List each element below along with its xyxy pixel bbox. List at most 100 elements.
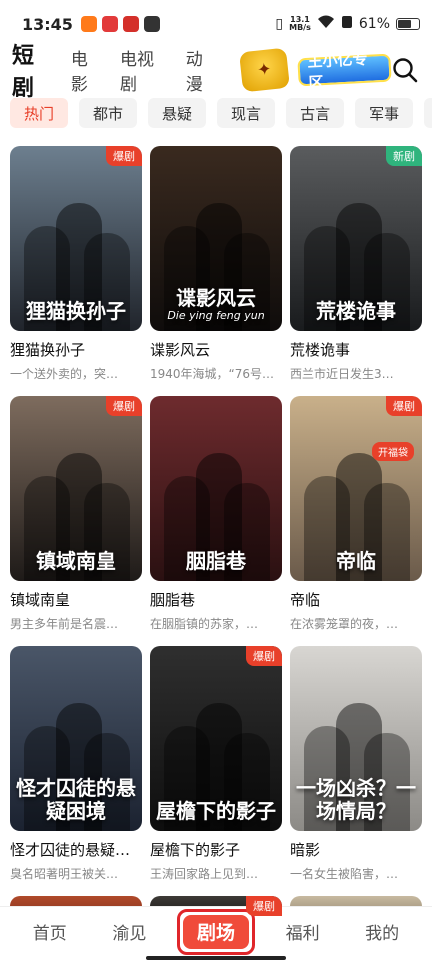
drama-card[interactable]: 爆剧屋檐下的影子 屋檐下的影子王涛回家路上见到… xyxy=(150,646,282,882)
drama-description: 一名女生被陷害，… xyxy=(290,867,399,881)
drama-title[interactable]: 镇域南皇 xyxy=(10,589,142,610)
poster-title-art: 镇域南皇 xyxy=(10,542,142,581)
drama-title[interactable]: 谍影风云 xyxy=(150,339,282,360)
drama-card[interactable]: 新剧 荒楼诡事 荒楼诡事 西兰市近日发生3… xyxy=(290,146,422,382)
drama-description: 一个送外卖的，突… xyxy=(10,367,119,381)
tab-tv-series[interactable]: 电视剧 xyxy=(120,45,170,95)
tab-yujian[interactable]: 渝见 xyxy=(97,919,161,944)
status-bar: 13:45 ▯ 13.1 MB/s 61% xyxy=(0,0,432,48)
drama-description: 男主多年前是名震… xyxy=(10,617,119,631)
tab-welfare[interactable]: 福利 xyxy=(271,919,335,944)
drama-poster[interactable]: 一场凶杀？一场情局？ xyxy=(290,646,422,831)
chip-military[interactable]: 军事 xyxy=(355,98,414,128)
poster-title-art: 谍影风云 Die ying feng yun xyxy=(150,279,282,331)
poster-title-text: 镇域南皇 xyxy=(36,549,116,573)
poster-title-text: 怪才囚徒的悬疑困境 xyxy=(16,776,136,823)
poster-title-text: 屋檐下的影子 xyxy=(156,799,276,823)
top-nav: 短剧 电影 电视剧 动漫 ✦ 王小亿专区 xyxy=(0,44,432,104)
drama-badge: 新剧 xyxy=(386,146,422,166)
promo-logo-icon[interactable]: ✦ xyxy=(238,47,290,93)
vibrate-icon: ▯ xyxy=(275,16,284,32)
poster-title-text: 狸猫换孙子 xyxy=(26,299,126,323)
drama-poster[interactable]: 爆剧镇域南皇 xyxy=(10,396,142,581)
drama-description: 在浓雾笼罩的夜，… xyxy=(290,617,399,631)
battery-level: 61% xyxy=(358,16,390,32)
drama-badge: 爆剧 xyxy=(246,896,282,916)
poster-title-text: 荒楼诡事 xyxy=(316,299,396,323)
poster-subtitle-text: Die ying feng yun xyxy=(167,309,265,323)
poster-title-art: 一场凶杀？一场情局？ xyxy=(290,769,422,831)
network-speed-unit: MB/s xyxy=(289,23,311,32)
drama-card[interactable]: 怪才囚徒的悬疑困境怪才囚徒的悬疑… 臭名昭著明王被关… xyxy=(10,646,142,882)
drama-poster[interactable]: 怪才囚徒的悬疑困境 xyxy=(10,646,142,831)
poster-title-art: 荒楼诡事 xyxy=(290,292,422,331)
app-notification-icon xyxy=(80,16,97,32)
tab-short-drama[interactable]: 短剧 xyxy=(12,38,55,104)
tab-anime[interactable]: 动漫 xyxy=(186,45,219,95)
drama-description: 在胭脂镇的苏家，… xyxy=(150,617,259,631)
notification-icons xyxy=(80,16,160,32)
drama-card[interactable]: 爆剧 狸猫换孙子 狸猫换孙子 一个送外卖的，突… xyxy=(10,146,142,382)
poster-title-text: 帝临 xyxy=(336,549,376,573)
drama-card[interactable]: 爆剧 开福袋 帝临 帝临 在浓雾笼罩的夜，… xyxy=(290,396,422,632)
drama-description: 西兰市近日发生3… xyxy=(290,367,394,381)
drama-badge: 爆剧 xyxy=(386,396,422,416)
chip-fantasy[interactable]: 玄幻 xyxy=(424,98,432,128)
chip-urban[interactable]: 都市 xyxy=(79,98,138,128)
chip-suspense[interactable]: 悬疑 xyxy=(148,98,207,128)
chip-ancient-romance[interactable]: 古言 xyxy=(286,98,345,128)
chip-hot[interactable]: 热门 xyxy=(10,98,69,128)
drama-badge: 爆剧 xyxy=(106,396,142,416)
app-notification-icon xyxy=(143,16,160,32)
drama-card[interactable]: 胭脂巷 胭脂巷 在胭脂镇的苏家，… xyxy=(150,396,282,632)
zone-badge[interactable]: 王小亿专区 xyxy=(296,50,392,92)
search-icon xyxy=(393,58,418,83)
tab-mine[interactable]: 我的 xyxy=(350,919,414,944)
tab-movie[interactable]: 电影 xyxy=(71,45,104,95)
drama-poster[interactable]: 爆剧狸猫换孙子 xyxy=(10,146,142,331)
drama-card[interactable]: 谍影风云 Die ying feng yun 谍影风云 1940年海城，“76号… xyxy=(150,146,282,382)
drama-title[interactable]: 荒楼诡事 xyxy=(290,339,422,360)
app-notification-icon xyxy=(101,16,118,32)
drama-poster[interactable]: 谍影风云 Die ying feng yun xyxy=(150,146,282,331)
drama-card[interactable]: 爆剧 镇域南皇 镇域南皇 男主多年前是名震… xyxy=(10,396,142,632)
drama-title[interactable]: 暗影 xyxy=(290,839,422,860)
home-indicator xyxy=(146,956,286,960)
drama-title[interactable]: 屋檐下的影子 xyxy=(150,839,282,860)
drama-description: 1940年海城，“76号… xyxy=(150,367,275,381)
drama-poster[interactable]: 新剧荒楼诡事 xyxy=(290,146,422,331)
poster-title-text: 胭脂巷 xyxy=(186,549,246,573)
tab-theater[interactable]: 剧场 xyxy=(176,908,255,955)
status-time: 13:45 xyxy=(22,14,73,34)
network-speed: 13.1 MB/s xyxy=(289,16,311,32)
poster-title-text: 一场凶杀？一场情局？ xyxy=(296,776,416,823)
drama-description: 王涛回家路上见到… xyxy=(150,867,259,881)
drama-card[interactable]: 一场凶杀？一场情局？ 暗影一名女生被陷害，… xyxy=(290,646,422,882)
drama-title[interactable]: 胭脂巷 xyxy=(150,589,282,610)
drama-poster[interactable]: 爆剧屋檐下的影子 xyxy=(150,646,282,831)
sim-icon xyxy=(341,15,353,33)
category-chips: 热门 都市 悬疑 现言 古言 军事 玄幻 xyxy=(0,92,432,134)
drama-badge: 爆剧 xyxy=(106,146,142,166)
drama-grid: 爆剧 狸猫换孙子 狸猫换孙子 一个送外卖的，突… 谍影风云 Die ying feng y… xyxy=(0,134,432,882)
chip-modern-romance[interactable]: 现言 xyxy=(217,98,276,128)
poster-title-text: 谍影风云 xyxy=(176,286,256,311)
poster-title-art: 胭脂巷 xyxy=(150,542,282,581)
poster-title-art: 帝临 xyxy=(290,542,422,581)
tab-home[interactable]: 首页 xyxy=(18,919,82,944)
poster-title-art: 屋檐下的影子 xyxy=(150,792,282,831)
drama-poster[interactable]: 胭脂巷 xyxy=(150,396,282,581)
app-notification-icon xyxy=(122,16,139,32)
tab-theater-label: 剧场 xyxy=(182,914,249,949)
drama-poster[interactable]: 爆剧开福袋帝临 xyxy=(290,396,422,581)
lucky-bag-button[interactable]: 开福袋 xyxy=(372,442,414,461)
wifi-icon xyxy=(317,15,335,33)
poster-title-art: 怪才囚徒的悬疑困境 xyxy=(10,769,142,831)
search-button[interactable] xyxy=(391,55,420,85)
drama-title[interactable]: 狸猫换孙子 xyxy=(10,339,142,360)
battery-icon xyxy=(396,18,420,30)
drama-description: 臭名昭著明王被关… xyxy=(10,867,119,881)
drama-badge: 爆剧 xyxy=(246,646,282,666)
drama-title[interactable]: 怪才囚徒的悬疑… xyxy=(10,839,142,860)
drama-title[interactable]: 帝临 xyxy=(290,589,422,610)
